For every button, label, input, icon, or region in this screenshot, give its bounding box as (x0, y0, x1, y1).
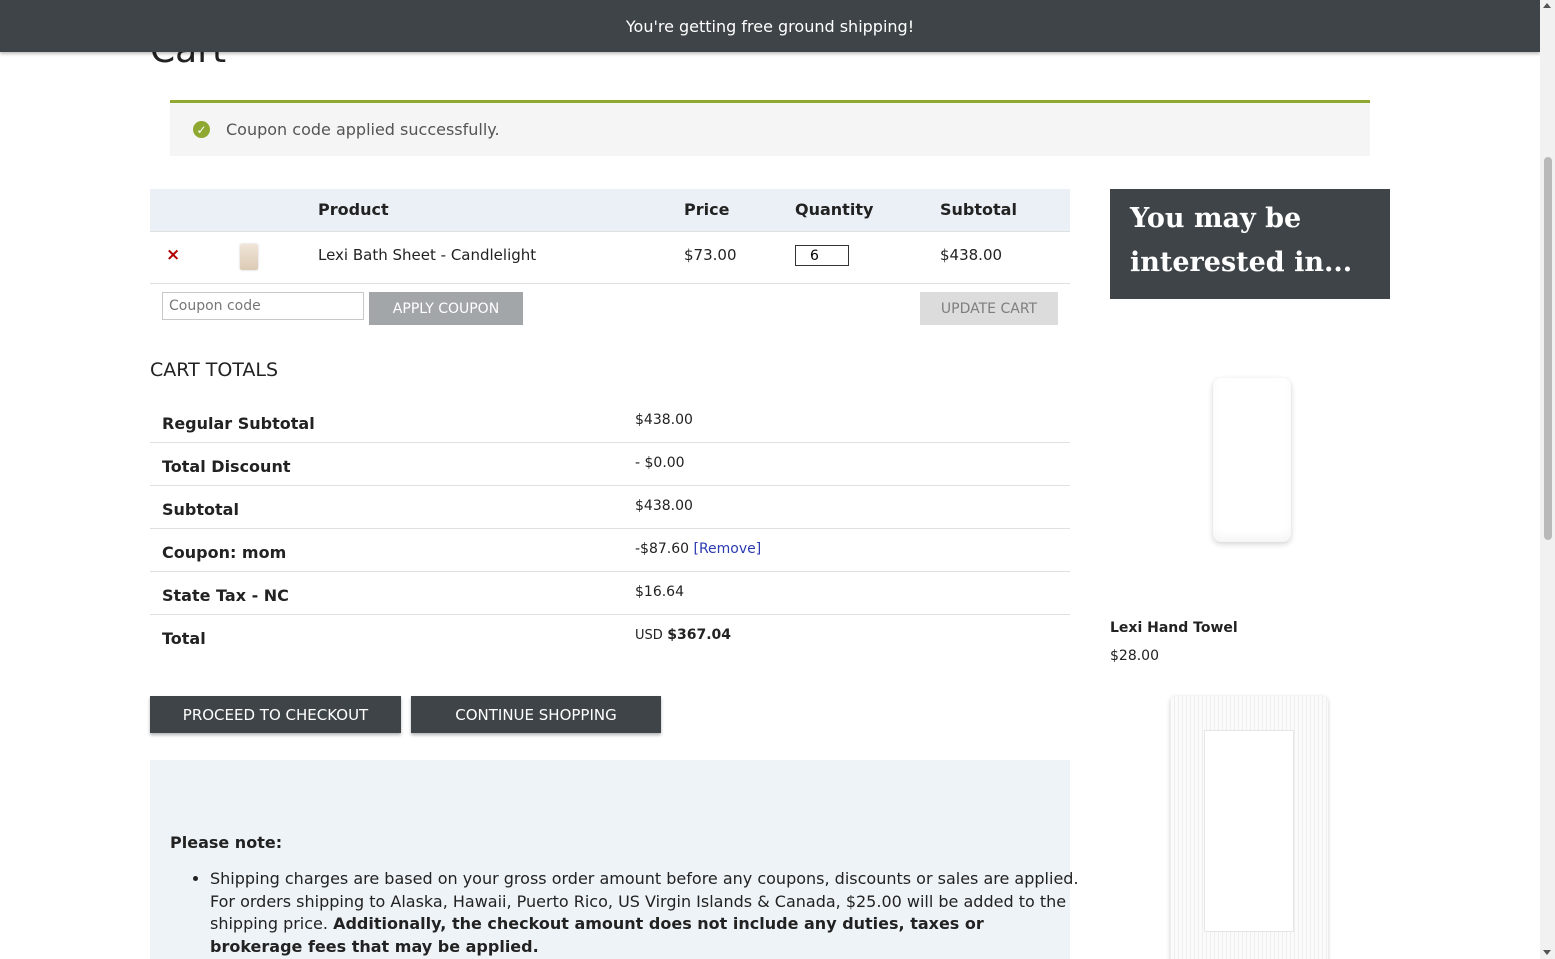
totals-label: Subtotal (162, 500, 239, 519)
header-product: Product (318, 200, 389, 219)
header-quantity: Quantity (795, 200, 874, 219)
apply-coupon-button[interactable]: APPLY COUPON (369, 292, 523, 325)
recommended-product-name[interactable]: Lexi Hand Towel (1110, 620, 1238, 636)
cart-totals-heading: CART TOTALS (150, 359, 279, 381)
bath-mat-image[interactable] (1170, 696, 1328, 959)
totals-row: Regular Subtotal $438.00 (150, 400, 1070, 443)
proceed-to-checkout-button[interactable]: PROCEED TO CHECKOUT (150, 696, 401, 733)
order-total-value: USD $367.04 (635, 627, 731, 643)
totals-row: State Tax - NC $16.64 (150, 572, 1070, 615)
remove-coupon-link[interactable]: [Remove] (694, 541, 762, 557)
note-title: Please note: (170, 833, 283, 852)
header-subtotal: Subtotal (940, 200, 1017, 219)
order-total-amount: $367.04 (667, 627, 731, 643)
totals-value: $438.00 (635, 412, 693, 428)
cart-table-header: Product Price Quantity Subtotal (150, 189, 1070, 231)
item-price: $73.00 (684, 246, 737, 264)
recommendations-heading: You may be interested in... (1110, 189, 1390, 299)
coupon-code-input[interactable] (162, 292, 364, 320)
quantity-input[interactable] (795, 245, 849, 266)
page-scrollbar[interactable] (1540, 0, 1555, 959)
header-price: Price (684, 200, 730, 219)
hand-towel-image[interactable] (1213, 378, 1291, 542)
scroll-down-icon[interactable] (1543, 950, 1551, 955)
totals-row: Total Discount - $0.00 (150, 443, 1070, 486)
scroll-up-icon[interactable] (1543, 3, 1551, 8)
totals-row: Total USD $367.04 (150, 615, 1070, 657)
recommended-product-price: $28.00 (1110, 648, 1159, 664)
coupon-success-notice: ✓ Coupon code applied successfully. (170, 100, 1370, 156)
remove-item-icon[interactable]: × (166, 245, 180, 265)
item-subtotal: $438.00 (940, 246, 1003, 264)
notice-message: Coupon code applied successfully. (226, 120, 500, 139)
totals-value: $438.00 (635, 498, 693, 514)
totals-value: $16.64 (635, 584, 684, 600)
note-list: Shipping charges are based on your gross… (170, 868, 1080, 958)
product-name-link[interactable]: Lexi Bath Sheet - Candlelight (318, 246, 536, 264)
coupon-discount-value: -$87.60 (635, 541, 690, 557)
coupon-value: -$87.60 [Remove] (635, 541, 761, 557)
shipping-note-box: Please note: Shipping charges are based … (150, 760, 1079, 959)
cart-table: Product Price Quantity Subtotal × Lexi B… (150, 189, 1070, 284)
totals-label: Total (162, 629, 206, 648)
totals-label: Regular Subtotal (162, 414, 315, 433)
totals-value: - $0.00 (635, 455, 685, 471)
banner-text: You're getting free ground shipping! (625, 16, 915, 36)
update-cart-button[interactable]: UPDATE CART (920, 292, 1058, 325)
cart-page: You're getting free ground shipping! Car… (0, 0, 1540, 959)
currency-code: USD (635, 628, 663, 643)
totals-row: Coupon: mom -$87.60 [Remove] (150, 529, 1070, 572)
totals-label: Total Discount (162, 457, 291, 476)
totals-label: State Tax - NC (162, 586, 289, 605)
continue-shopping-button[interactable]: CONTINUE SHOPPING (411, 696, 661, 733)
note-item: Shipping charges are based on your gross… (210, 868, 1080, 958)
totals-row: Subtotal $438.00 (150, 486, 1070, 529)
bath-mat-inner-panel (1204, 730, 1294, 932)
cart-totals-table: Regular Subtotal $438.00 Total Discount … (150, 400, 1070, 657)
scrollbar-thumb[interactable] (1544, 157, 1552, 540)
check-circle-icon: ✓ (193, 121, 210, 138)
free-shipping-banner: You're getting free ground shipping! (0, 0, 1540, 52)
cart-item-row: × Lexi Bath Sheet - Candlelight $73.00 $… (150, 231, 1070, 284)
totals-label: Coupon: mom (162, 543, 287, 562)
product-thumbnail[interactable] (240, 244, 258, 270)
